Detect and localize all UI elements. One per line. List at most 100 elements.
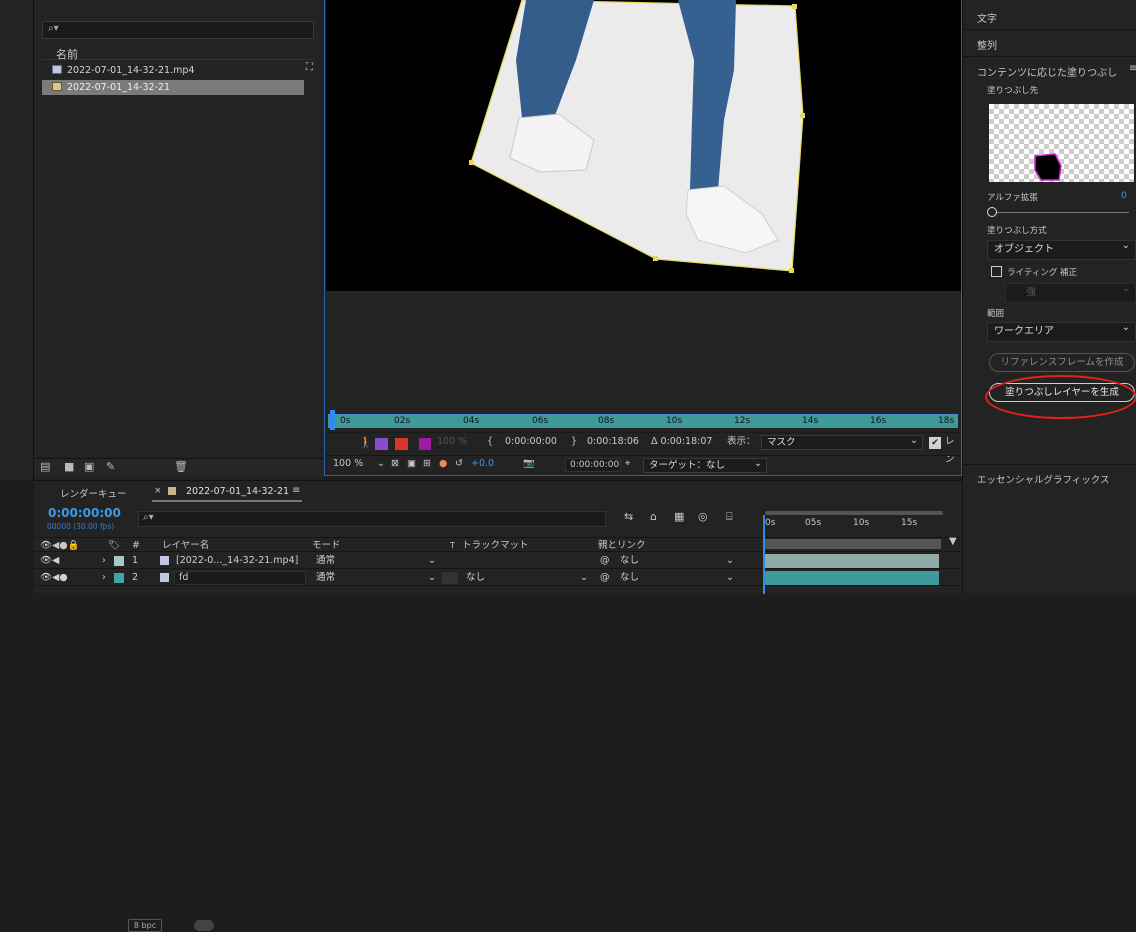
out-point-icon[interactable]: } <box>571 433 577 451</box>
layer-mode[interactable]: 通常 <box>316 570 335 585</box>
text-panel-header[interactable]: 文字 <box>977 10 997 25</box>
project-column-name[interactable]: 名前 <box>42 46 314 61</box>
column-mode[interactable]: モード <box>312 538 341 553</box>
project-search-input[interactable]: ⌕▾ <box>42 21 314 39</box>
frame-blend-icon[interactable]: ▦ <box>674 511 684 522</box>
timeline-search-input[interactable]: ⌕▾ <box>138 511 606 527</box>
chevron-down-icon[interactable]: ⌄ <box>726 553 734 568</box>
lighting-correction-checkbox[interactable] <box>991 266 1002 277</box>
project-item-composition[interactable]: 2022-07-01_14-32-21 <box>42 80 304 95</box>
comp-mini-flowchart-icon[interactable]: ⇆ <box>624 511 633 522</box>
layer-switches[interactable]: 👁◀● <box>40 570 68 585</box>
work-area-bar[interactable]: 0s 02s 04s 06s 08s 10s 12s 14s 16s 18s <box>328 414 958 428</box>
essential-graphics-header[interactable]: エッセンシャルグラフィックス <box>977 472 1110 486</box>
new-folder-icon[interactable]: ■ <box>64 461 74 472</box>
graph-editor-icon[interactable]: ⌸ <box>726 511 733 522</box>
layer-track-matte[interactable]: なし <box>466 570 485 585</box>
timeline-zoom-scrollbar[interactable] <box>765 511 943 515</box>
onion-skin-button[interactable] <box>375 438 388 450</box>
track-matte-pickwhip[interactable] <box>442 572 458 584</box>
layer-name[interactable]: [2022-0..._14-32-21.mp4] <box>176 553 298 568</box>
timeline-tracks[interactable]: 0s 05s 10s 15s ▼ <box>759 503 962 594</box>
parent-pickwhip-icon[interactable]: @ <box>600 570 610 585</box>
expand-chevron-icon[interactable]: › <box>102 553 106 568</box>
chevron-down-icon[interactable]: ⌄ <box>726 570 734 585</box>
target-dropdown-value: ターゲット：なし <box>649 460 726 471</box>
current-time[interactable]: 0:00:00:00 <box>505 433 557 451</box>
range-label: 範囲 <box>987 309 1005 319</box>
content-aware-fill-header[interactable]: コンテンツに応じた塗りつぶし <box>977 64 1117 79</box>
parent-pickwhip-icon[interactable]: @ <box>600 553 610 568</box>
channel-icon[interactable]: ● <box>439 455 447 473</box>
layer-label-color[interactable] <box>114 556 124 566</box>
trash-icon[interactable]: 🗑 <box>174 461 188 472</box>
exposure-reset-icon[interactable]: ↺ <box>455 455 463 473</box>
color-swatch[interactable] <box>419 438 431 450</box>
pen-icon[interactable]: ✎ <box>106 461 115 472</box>
target-dropdown[interactable]: ターゲット：なし ⌄ <box>643 458 767 473</box>
layer-parent[interactable]: なし <box>620 570 639 585</box>
viewer-time-ruler[interactable]: 0s 02s 04s 06s 08s 10s 12s 14s 16s 18s <box>328 406 958 432</box>
align-panel-header[interactable]: 整列 <box>977 37 997 52</box>
exposure-value[interactable]: +0.0 <box>471 455 494 473</box>
expand-chevron-icon[interactable]: › <box>102 570 106 585</box>
end-time[interactable]: 0:00:18:06 <box>587 433 639 451</box>
layer-parent[interactable]: なし <box>620 553 639 568</box>
layer-label-color[interactable] <box>114 573 124 583</box>
column-layer-name[interactable]: レイヤー名 <box>162 538 209 553</box>
region-icon[interactable]: ▣ <box>407 455 416 473</box>
view-dropdown[interactable]: マスク ⌄ <box>761 435 923 450</box>
work-area-bar[interactable] <box>763 539 941 549</box>
chevron-down-icon[interactable]: ⌄ <box>428 570 436 585</box>
layer-name-input[interactable]: fd <box>174 571 306 585</box>
create-reference-frame-button[interactable]: リファレンスフレームを作成 <box>989 353 1135 372</box>
resolution-icon[interactable]: ⊠ <box>391 455 399 473</box>
motion-blur-icon[interactable]: ◎ <box>698 511 708 522</box>
tab-render-queue[interactable]: レンダーキュー <box>60 486 127 500</box>
timeline-timecode[interactable]: 0:00:00:00 <box>48 506 121 520</box>
close-icon[interactable]: × <box>154 486 162 496</box>
camera-icon[interactable]: 📷 <box>523 455 535 473</box>
tab-menu-icon[interactable]: ≡ <box>292 485 300 496</box>
column-parent[interactable]: 親とリンク <box>598 538 646 553</box>
ruler-label: 08s <box>598 416 615 426</box>
flowchart-icon[interactable]: ⛶ <box>306 63 313 73</box>
duration: Δ 0:00:18:07 <box>651 436 713 447</box>
viewer-timecode[interactable]: 0:00:00:00 <box>565 458 621 472</box>
person-walk-icon[interactable]: 🚶 <box>359 437 373 448</box>
range-dropdown[interactable]: ワークエリア ⌄ <box>987 322 1136 342</box>
target-icon[interactable]: ⌖ <box>625 455 630 473</box>
ruler-label: 12s <box>734 416 751 426</box>
lighting-strength-dropdown[interactable]: 強 ⌄ <box>1005 283 1136 303</box>
toggle-switch[interactable] <box>194 920 214 931</box>
layer-1-bar[interactable] <box>765 554 939 568</box>
layer-mode[interactable]: 通常 <box>316 553 335 568</box>
onion-skin-button-red[interactable] <box>395 438 408 450</box>
ruler-label: 10s <box>853 518 870 528</box>
interpret-footage-icon[interactable]: ▤ <box>40 461 50 472</box>
fill-method-dropdown[interactable]: オブジェクト ⌄ <box>987 240 1136 260</box>
in-point-icon[interactable]: { <box>487 433 493 451</box>
layer-2-bar[interactable] <box>765 571 939 585</box>
tab-composition[interactable]: 2022-07-01_14-32-21 <box>186 486 289 497</box>
chevron-down-icon[interactable]: ⌄ <box>580 570 588 585</box>
playhead[interactable] <box>330 410 335 430</box>
alpha-expansion-slider[interactable] <box>989 212 1129 213</box>
comp-button-icon[interactable]: ▼ <box>949 537 957 547</box>
left-tool-strip <box>0 0 34 480</box>
panel-menu-icon[interactable]: ≡ <box>1129 64 1136 74</box>
new-composition-icon[interactable]: ▣ <box>84 461 94 472</box>
chevron-down-icon[interactable]: ⌄ <box>428 553 436 568</box>
viewer-canvas[interactable] <box>326 0 961 291</box>
project-item-footage[interactable]: 2022-07-01_14-32-21.mp4 ⛶ <box>42 63 314 78</box>
column-track-matte[interactable]: トラックマット <box>462 538 529 553</box>
render-checkbox[interactable]: ✔ <box>929 437 941 449</box>
alpha-expansion-value[interactable]: 0 <box>1121 191 1127 201</box>
shy-icon[interactable]: ⌂ <box>650 511 657 522</box>
layer-switches[interactable]: 👁◀ <box>40 553 59 568</box>
zoom-value[interactable]: 100 % <box>333 455 363 473</box>
bit-depth-button[interactable]: 8 bpc <box>128 919 162 932</box>
grid-icon[interactable]: ⊞ <box>423 455 431 473</box>
alpha-slider-handle[interactable] <box>987 207 997 217</box>
chevron-down-icon[interactable]: ⌄ <box>377 455 385 473</box>
